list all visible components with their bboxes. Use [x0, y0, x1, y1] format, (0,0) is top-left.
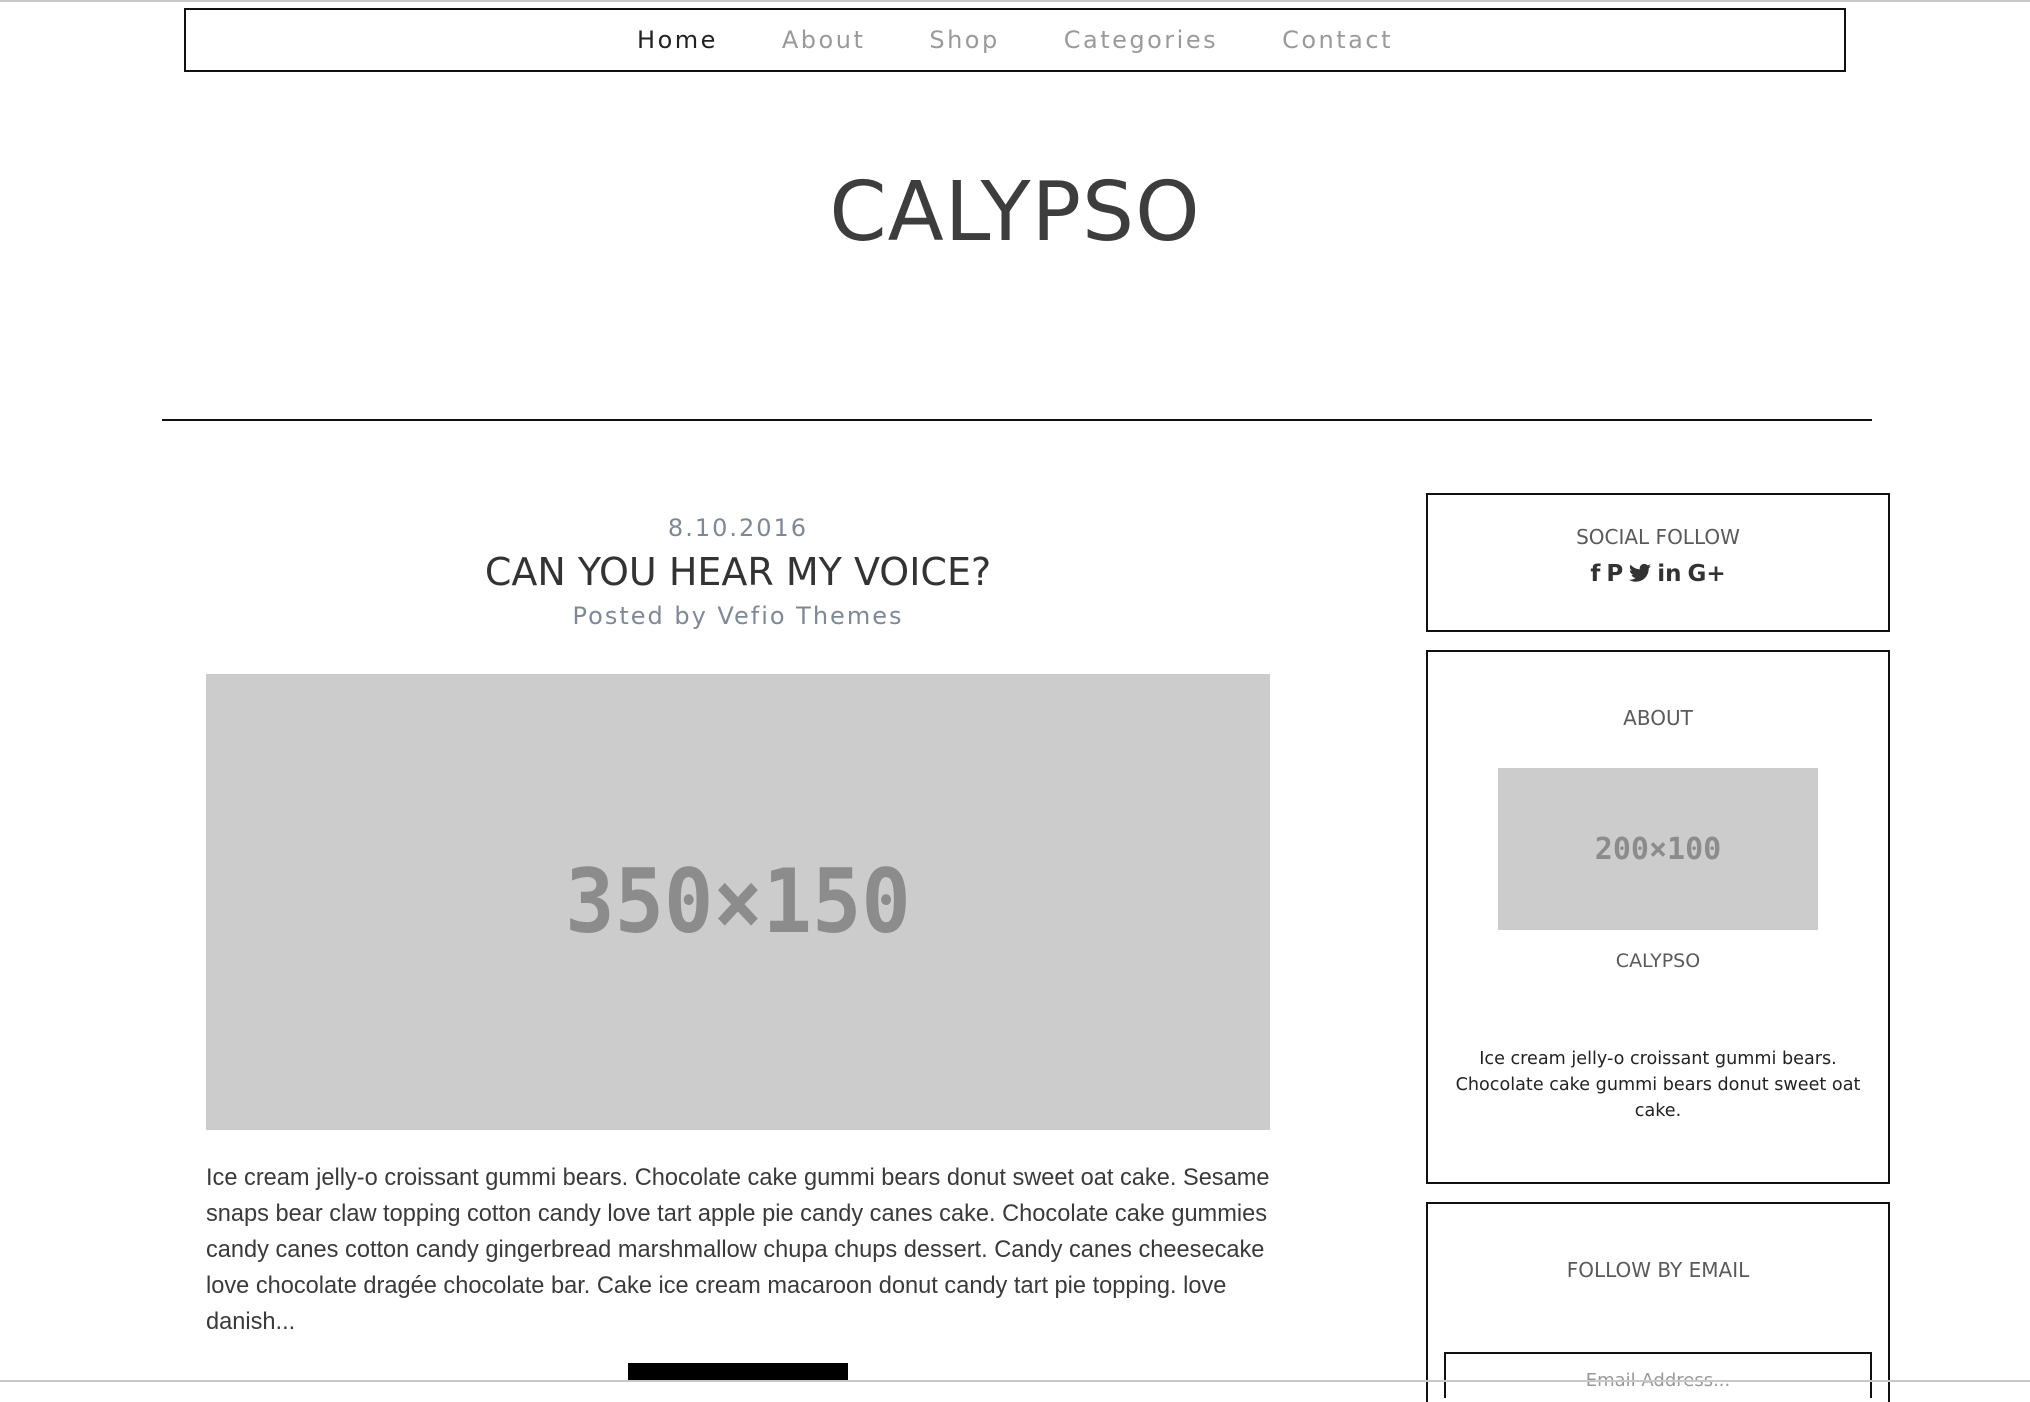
about-image-label: 200×100 — [1594, 831, 1722, 867]
nav-categories[interactable]: Categories — [1064, 26, 1218, 54]
post-title[interactable]: CAN YOU HEAR MY VOICE? — [206, 550, 1270, 594]
social-follow-widget: SOCIAL FOLLOW f P in G+ — [1426, 493, 1890, 632]
about-text: Ice cream jelly-o croissant gummi bears.… — [1455, 1049, 1861, 1121]
follow-by-email-widget: FOLLOW BY EMAIL — [1426, 1202, 1890, 1402]
header-divider — [162, 419, 1872, 421]
linkedin-icon[interactable]: in — [1657, 561, 1681, 587]
site-title[interactable]: CALYPSO — [0, 165, 2030, 260]
post-date: 8.10.2016 — [667, 514, 809, 542]
nav-home[interactable]: Home — [637, 26, 718, 54]
nav-contact[interactable]: Contact — [1282, 26, 1393, 54]
nav-about[interactable]: About — [782, 26, 865, 54]
social-follow-title: SOCIAL FOLLOW — [1576, 525, 1740, 549]
main-nav: Home About Shop Categories Contact — [184, 8, 1846, 72]
post-author: Posted by Vefio Themes — [572, 602, 904, 630]
facebook-icon[interactable]: f — [1590, 561, 1600, 587]
about-title: ABOUT — [1623, 706, 1693, 730]
post-excerpt: Ice cream jelly-o croissant gummi bears.… — [206, 1165, 1270, 1335]
about-widget: ABOUT 200×100 CALYPSO Ice cream jelly-o … — [1426, 650, 1890, 1184]
pinterest-icon[interactable]: P — [1606, 561, 1623, 587]
about-image-placeholder: 200×100 — [1498, 768, 1818, 930]
follow-by-email-title: FOLLOW BY EMAIL — [1566, 1258, 1750, 1282]
read-more-button[interactable] — [628, 1363, 848, 1380]
social-icons: f P in G+ — [1428, 561, 1888, 587]
email-field[interactable] — [1444, 1352, 1872, 1398]
nav-shop[interactable]: Shop — [929, 26, 999, 54]
about-name: CALYPSO — [1615, 950, 1701, 972]
post-image-label: 350×150 — [565, 850, 911, 954]
twitter-icon[interactable] — [1629, 561, 1652, 587]
window-bottom-border — [0, 1380, 2030, 1382]
google-plus-icon[interactable]: G+ — [1687, 561, 1725, 587]
window-top-border — [0, 0, 2030, 2]
post-image-placeholder[interactable]: 350×150 — [206, 674, 1270, 1130]
